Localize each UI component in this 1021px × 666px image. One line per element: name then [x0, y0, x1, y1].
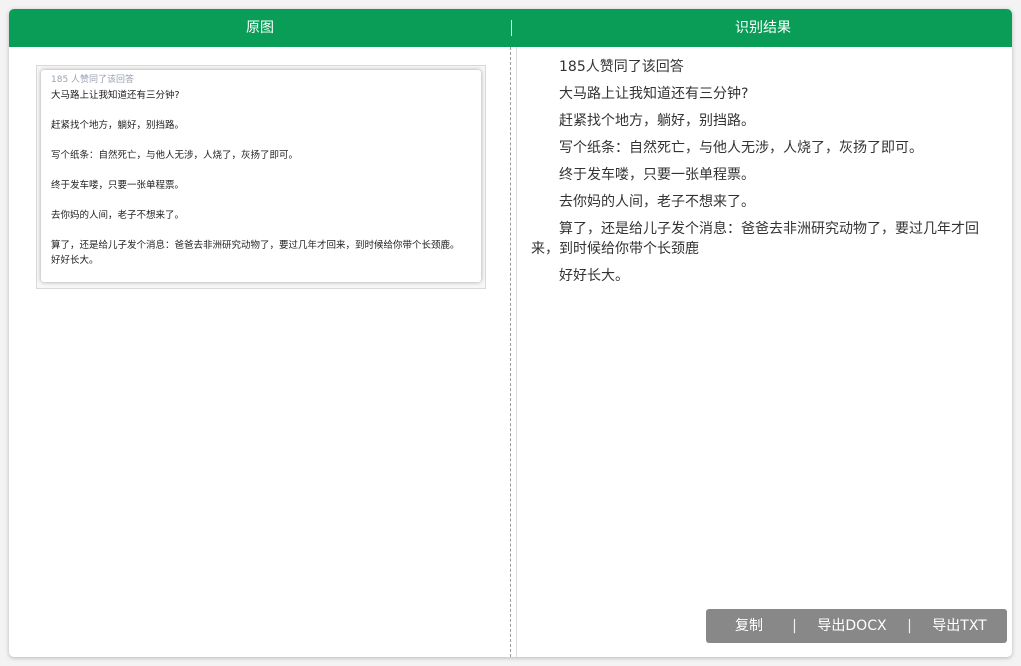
original-likes-text: 185 人赞同了该回答 — [51, 75, 135, 85]
original-line: 算了，还是给儿子发个消息：爸爸去非洲研究动物了，要过几年才回来，到时候给你带个长… — [51, 240, 460, 251]
pane-divider-dashed — [510, 47, 511, 657]
action-bar: 复制 | 导出DOCX | 导出TXT — [706, 609, 1007, 643]
original-image-title: 原图 — [246, 20, 274, 36]
original-image-card: 185 人赞同了该回答 大马路上让我知道还有三分钟? 赶紧找个地方，躺好，别挡路… — [41, 70, 481, 282]
result-paragraph: 去你妈的人间，老子不想来了。 — [559, 194, 755, 210]
recognition-result-text[interactable]: 185人赞同了该回答 大马路上让我知道还有三分钟? 赶紧找个地方，躺好，别挡路。… — [531, 57, 993, 293]
export-docx-button[interactable]: 导出DOCX — [797, 609, 907, 643]
copy-button[interactable]: 复制 — [706, 609, 792, 643]
result-paragraph: 185人赞同了该回答 — [559, 59, 684, 75]
header-bar: 原图 识别结果 — [9, 9, 1012, 47]
result-paragraph: 赶紧找个地方，躺好，别挡路。 — [559, 113, 755, 129]
export-txt-button[interactable]: 导出TXT — [912, 609, 1007, 643]
result-paragraph: 算了，还是给儿子发个消息：爸爸去非洲研究动物了，要过几年才回来，到时候给你带个长… — [531, 221, 979, 257]
pane-divider[interactable] — [516, 47, 517, 657]
app-window: 原图 识别结果 185 人赞同了该回答 大马路上让我知道还有三分钟? 赶紧找个地… — [9, 9, 1012, 657]
original-line: 去你妈的人间，老子不想来了。 — [51, 210, 185, 221]
original-image: 185 人赞同了该回答 大马路上让我知道还有三分钟? 赶紧找个地方，躺好，别挡路… — [36, 65, 486, 289]
original-line: 写个纸条：自然死亡，与他人无涉，人烧了，灰扬了即可。 — [51, 150, 299, 161]
result-paragraph: 好好长大。 — [559, 268, 629, 284]
recognition-result-title: 识别结果 — [735, 20, 791, 36]
header-separator — [511, 20, 512, 36]
original-line: 终于发车喽，只要一张单程票。 — [51, 180, 185, 191]
result-paragraph: 大马路上让我知道还有三分钟? — [559, 86, 749, 102]
result-paragraph: 终于发车喽，只要一张单程票。 — [559, 167, 755, 183]
original-line: 大马路上让我知道还有三分钟? — [51, 90, 180, 101]
result-paragraph: 写个纸条：自然死亡，与他人无涉，人烧了，灰扬了即可。 — [559, 140, 923, 156]
original-line: 赶紧找个地方，躺好，别挡路。 — [51, 120, 185, 131]
original-line: 好好长大。 — [51, 255, 99, 266]
